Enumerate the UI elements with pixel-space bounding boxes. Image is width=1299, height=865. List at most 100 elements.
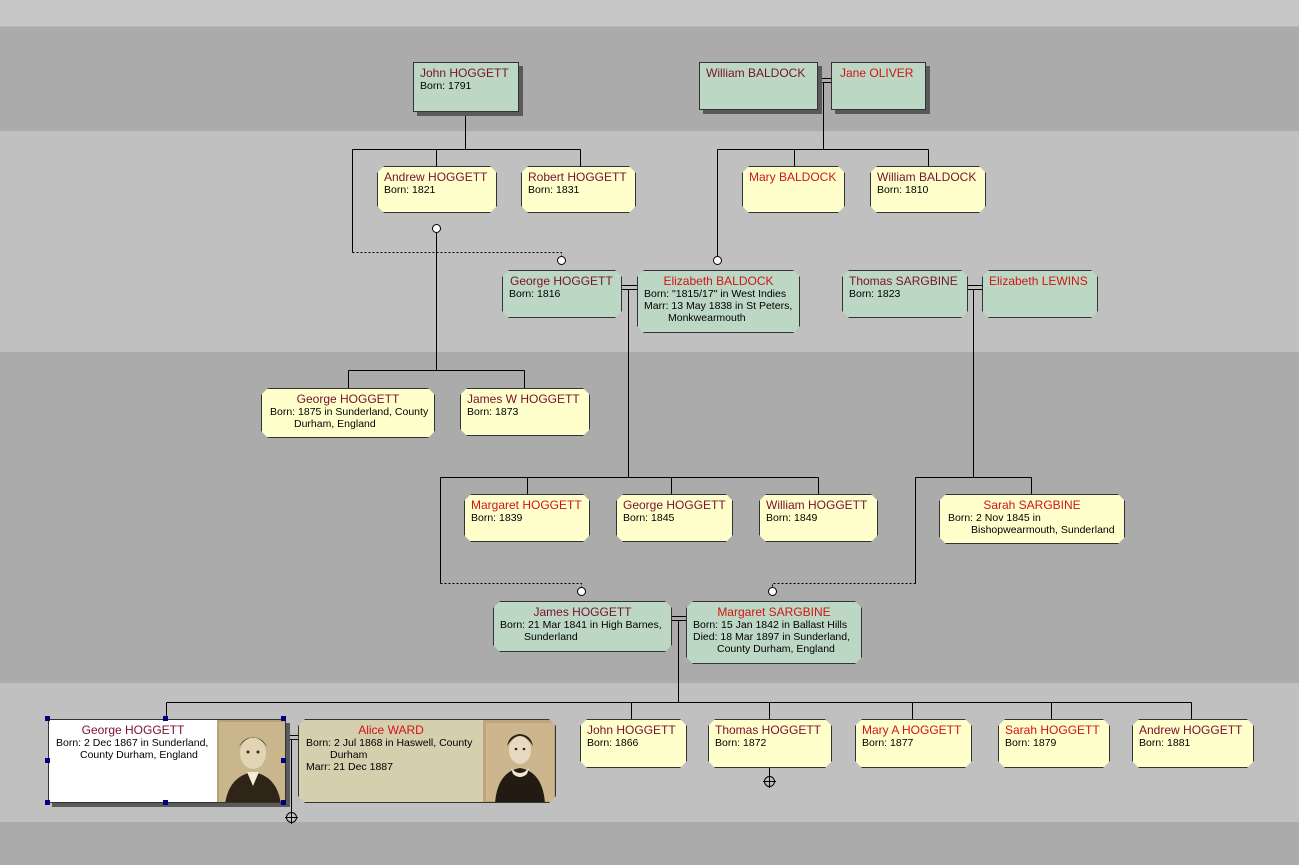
person-name: Elizabeth BALDOCK [663,274,774,288]
person-card-thomas-sargbine[interactable]: Thomas SARGBINE Born: 1823 [842,270,968,318]
connector-andrew-children [348,232,525,388]
person-card-mary-baldock[interactable]: Mary BALDOCK [742,166,845,213]
connector-george-alice-couple [286,735,298,812]
person-name: Thomas HOGGETT [715,723,822,737]
person-birth: Born: 21 Mar 1841 in High Barnes, [500,619,662,631]
person-birth: Born: 1810 [877,184,929,196]
connector-james-dotted [440,583,582,588]
person-name: George HOGGETT [296,392,400,406]
person-card-sarah-hoggett[interactable]: Sarah HOGGETT Born: 1879 [998,719,1110,768]
person-card-elizabeth-baldock[interactable]: Elizabeth BALDOCK Born: "1815/17" in Wes… [637,270,800,333]
person-name: James HOGGETT [533,605,632,619]
person-birth: Born: 1873 [467,406,519,418]
portrait-photo [217,720,285,802]
person-text: George HOGGETT Born: 2 Dec 1867 in Sunde… [49,720,217,761]
parent-connector-pin[interactable] [557,256,566,265]
selection-handle[interactable] [45,758,50,763]
person-name: John HOGGETT [420,66,509,80]
person-card-george-hoggett-1875[interactable]: George HOGGETT Born: 1875 in Sunderland,… [261,388,435,438]
portrait-photo [483,720,556,803]
person-birth: Born: 1879 [1005,737,1057,749]
person-birth-cont: Durham, England [294,418,376,430]
connector-james-margaret-couple [166,616,1192,719]
parent-connector-pin[interactable] [577,587,586,596]
person-birth: Born: 1839 [471,512,523,524]
person-card-andrew-hoggett-1821[interactable]: Andrew HOGGETT Born: 1821 [377,166,497,213]
person-name: Mary A HOGGETT [862,723,962,737]
person-birth: Born: 1823 [849,288,901,300]
person-card-elizabeth-lewins[interactable]: Elizabeth LEWINS [982,270,1098,318]
person-birth: Born: 1866 [587,737,639,749]
add-child-crosshair-icon[interactable] [763,775,776,788]
person-name: George HOGGETT [510,274,613,288]
person-card-james-hoggett-1841[interactable]: James HOGGETT Born: 21 Mar 1841 in High … [493,601,672,652]
connector-margaret-dotted [772,583,916,588]
person-card-william-baldock-1810[interactable]: William BALDOCK Born: 1810 [870,166,986,213]
person-birth: Born: 15 Jan 1842 in Ballast Hills [693,619,848,631]
person-card-robert-hoggett[interactable]: Robert HOGGETT Born: 1831 [521,166,636,213]
person-card-mary-a-hoggett[interactable]: Mary A HOGGETT Born: 1877 [855,719,972,768]
person-birth: Born: 2 Jul 1868 in Haswell, County [306,737,473,749]
person-card-thomas-hoggett[interactable]: Thomas HOGGETT Born: 1872 [708,719,832,768]
person-name: Andrew HOGGETT [384,170,488,184]
connector-john-george-dotted [352,252,562,258]
person-name: Thomas SARGBINE [849,274,958,288]
person-card-george-hoggett-1845[interactable]: George HOGGETT Born: 1845 [616,494,733,542]
selection-handle[interactable] [45,800,50,805]
family-tree-canvas: { "people": { "john_1791": {"name":"John… [0,0,1299,865]
person-birth: Born: 1791 [420,80,472,92]
person-card-john-hoggett-1791[interactable]: John HOGGETT Born: 1791 [413,62,519,112]
person-name: Robert HOGGETT [528,170,627,184]
person-birth: Born: 1881 [1139,737,1191,749]
parent-connector-pin[interactable] [768,587,777,596]
parent-connector-pin[interactable] [713,256,722,265]
person-card-alice-ward[interactable]: Alice WARD Born: 2 Jul 1868 in Haswell, … [298,719,556,803]
person-card-william-hoggett[interactable]: William HOGGETT Born: 1849 [759,494,878,542]
selection-handle[interactable] [163,716,168,721]
person-name: William BALDOCK [706,66,806,80]
person-birth: Born: 1845 [623,512,675,524]
person-text: Alice WARD Born: 2 Jul 1868 in Haswell, … [299,720,483,773]
person-name: Jane OLIVER [840,66,914,80]
selection-handle[interactable] [163,800,168,805]
person-card-sarah-sargbine[interactable]: Sarah SARGBINE Born: 2 Nov 1845 in Bisho… [939,494,1125,544]
person-name: George HOGGETT [623,498,726,512]
person-card-george-hoggett-1867-selected[interactable]: George HOGGETT Born: 2 Dec 1867 in Sunde… [48,719,286,803]
person-card-william-baldock[interactable]: William BALDOCK [699,62,818,110]
person-birth: Born: 1816 [509,288,561,300]
person-birth: Born: 2 Dec 1867 in Sunderland, [56,737,209,749]
person-birth-cont: Durham [330,749,368,761]
person-name: Mary BALDOCK [749,170,837,184]
person-card-jane-oliver[interactable]: Jane OLIVER [831,62,926,110]
selection-handle[interactable] [281,716,286,721]
person-card-margaret-sargbine[interactable]: Margaret SARGBINE Born: 15 Jan 1842 in B… [686,601,862,664]
add-child-crosshair-icon[interactable] [285,811,298,824]
selection-handle[interactable] [45,716,50,721]
person-birth-cont: County Durham, England [80,749,198,761]
person-name: Sarah HOGGETT [1005,723,1100,737]
person-birth: Born: 1875 in Sunderland, County [270,406,429,418]
person-card-andrew-hoggett-1881[interactable]: Andrew HOGGETT Born: 1881 [1132,719,1254,768]
person-card-george-hoggett-1816[interactable]: George HOGGETT Born: 1816 [502,270,622,318]
person-marriage: Marr: 13 May 1838 in St Peters, [644,300,793,312]
person-name: Elizabeth LEWINS [989,274,1088,288]
person-name: Margaret SARGBINE [717,605,831,619]
person-card-james-w-hoggett[interactable]: James W HOGGETT Born: 1873 [460,388,590,436]
selection-handle[interactable] [281,758,286,763]
child-connector-pin[interactable] [432,224,441,233]
person-birth: Born: 1872 [715,737,767,749]
person-birth: Born: 1877 [862,737,914,749]
person-card-john-hoggett-1866[interactable]: John HOGGETT Born: 1866 [580,719,687,768]
person-name: Alice WARD [358,723,424,737]
person-birth-cont: Bishopwearmouth, Sunderland [971,524,1115,536]
person-birth: Born: 1849 [766,512,818,524]
person-birth: Born: "1815/17" in West Indies [644,288,787,300]
person-name: James W HOGGETT [467,392,580,406]
person-name: William BALDOCK [877,170,977,184]
person-birth: Born: 1821 [384,184,436,196]
person-death: Died: 18 Mar 1897 in Sunderland, [693,631,851,643]
selection-handle[interactable] [281,800,286,805]
person-birth: Born: 1831 [528,184,580,196]
person-card-margaret-hoggett[interactable]: Margaret HOGGETT Born: 1839 [464,494,590,542]
person-birth: Born: 2 Nov 1845 in [948,512,1041,524]
